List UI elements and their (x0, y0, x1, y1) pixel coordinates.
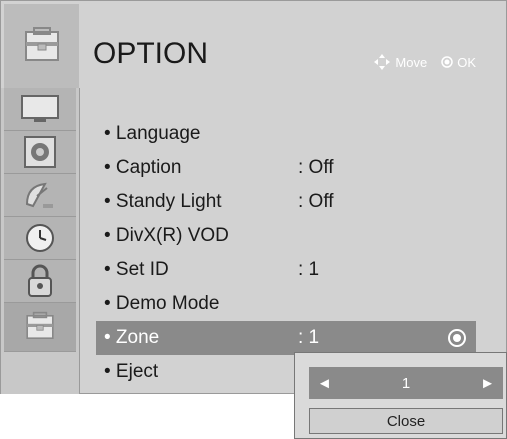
tab-option[interactable] (4, 303, 76, 352)
menu-sidebar (1, 88, 80, 394)
move-arrows-icon (374, 54, 391, 70)
zone-value: 1 (401, 374, 411, 392)
close-button[interactable]: Close (309, 408, 503, 434)
menu-item-label: • Eject (104, 361, 159, 382)
menu-item-value: : 1 (298, 327, 320, 348)
ok-select-icon (448, 329, 466, 347)
menu-item-label: • Set ID (104, 259, 169, 280)
left-arrow-icon[interactable]: ◄ (317, 375, 332, 392)
tab-picture[interactable] (4, 88, 76, 131)
menu-header: OPTION Move OK (1, 1, 506, 88)
tab-lock[interactable] (4, 260, 76, 303)
menu-item-label: • Caption (104, 157, 182, 178)
toolbox-icon (26, 311, 54, 339)
menu-item-label: • Demo Mode (104, 293, 220, 314)
menu-item-label: • Zone (104, 327, 160, 348)
right-arrow-icon[interactable]: ► (480, 375, 495, 392)
speaker-icon (24, 136, 56, 168)
zone-stepper[interactable]: ◄ 1 ► (309, 367, 503, 399)
menu-item-value: : 1 (298, 259, 320, 280)
menu-item-standby-light[interactable]: • Standy Light : Off (98, 185, 478, 219)
menu-item-value: : Off (298, 191, 334, 212)
clock-icon (26, 224, 54, 252)
menu-item-label: • DivX(R) VOD (104, 225, 229, 246)
menu-item-label: • Standy Light (104, 191, 222, 212)
page-title: OPTION (93, 37, 209, 70)
ok-hint-label: OK (457, 54, 476, 70)
move-hint-label: Move (395, 54, 428, 70)
tv-screen-icon (21, 95, 59, 122)
tab-channel[interactable] (4, 174, 76, 217)
menu-item-label: • Language (104, 123, 201, 144)
tab-audio[interactable] (4, 131, 76, 174)
menu-item-set-id[interactable]: • Set ID : 1 (98, 253, 478, 287)
menu-item-caption[interactable]: • Caption : Off (98, 151, 478, 185)
tab-time[interactable] (4, 217, 76, 260)
menu-item-value: : Off (298, 157, 334, 178)
menu-item-divx-vod[interactable]: • DivX(R) VOD (98, 219, 478, 253)
option-menu-screen: OPTION Move OK • Language • Caption: Of… (0, 0, 507, 394)
navigation-hint: Move OK (373, 53, 476, 71)
ok-button-icon (441, 56, 453, 68)
toolbox-icon (4, 4, 79, 88)
menu-item-zone[interactable]: • Zone : 1 (96, 321, 476, 355)
menu-item-language[interactable]: • Language (98, 117, 478, 151)
menu-item-demo-mode[interactable]: • Demo Mode (98, 287, 478, 321)
lock-icon (28, 264, 52, 297)
satellite-dish-icon (25, 182, 53, 208)
zone-popup: ◄ 1 ► Close (294, 352, 507, 439)
option-menu-list: • Language • Caption : Off • Standy Ligh… (96, 117, 478, 389)
